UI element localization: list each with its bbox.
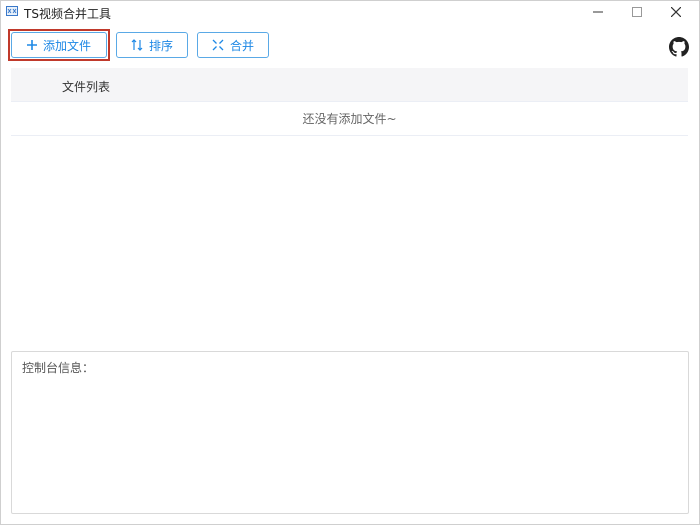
github-icon[interactable] bbox=[669, 37, 689, 57]
title-bar: TS视频合并工具 bbox=[0, 0, 700, 24]
empty-message: 还没有添加文件~ bbox=[302, 112, 397, 126]
merge-button[interactable]: 合并 bbox=[197, 32, 269, 58]
sort-label: 排序 bbox=[148, 38, 173, 53]
add-file-label: 添加文件 bbox=[42, 38, 91, 53]
close-button[interactable] bbox=[658, 0, 694, 24]
file-list-header: 文件列表 bbox=[11, 68, 688, 102]
minimize-button[interactable] bbox=[580, 0, 616, 24]
console-label: 控制台信息： bbox=[22, 361, 95, 375]
sort-icon bbox=[131, 39, 143, 51]
app-icon bbox=[6, 6, 18, 16]
minimize-icon bbox=[593, 11, 603, 13]
file-list-empty: 还没有添加文件~ bbox=[11, 102, 688, 136]
merge-label: 合并 bbox=[229, 38, 254, 53]
maximize-icon bbox=[632, 7, 642, 17]
close-icon bbox=[671, 7, 681, 17]
add-file-button[interactable]: 添加文件 bbox=[11, 32, 107, 58]
window-title: TS视频合并工具 bbox=[24, 7, 111, 21]
maximize-button[interactable] bbox=[619, 0, 655, 24]
sort-button[interactable]: 排序 bbox=[116, 32, 188, 58]
file-list-title: 文件列表 bbox=[62, 80, 111, 94]
merge-icon bbox=[212, 39, 224, 51]
plus-icon bbox=[26, 40, 37, 50]
console-panel[interactable]: 控制台信息： bbox=[11, 351, 689, 514]
